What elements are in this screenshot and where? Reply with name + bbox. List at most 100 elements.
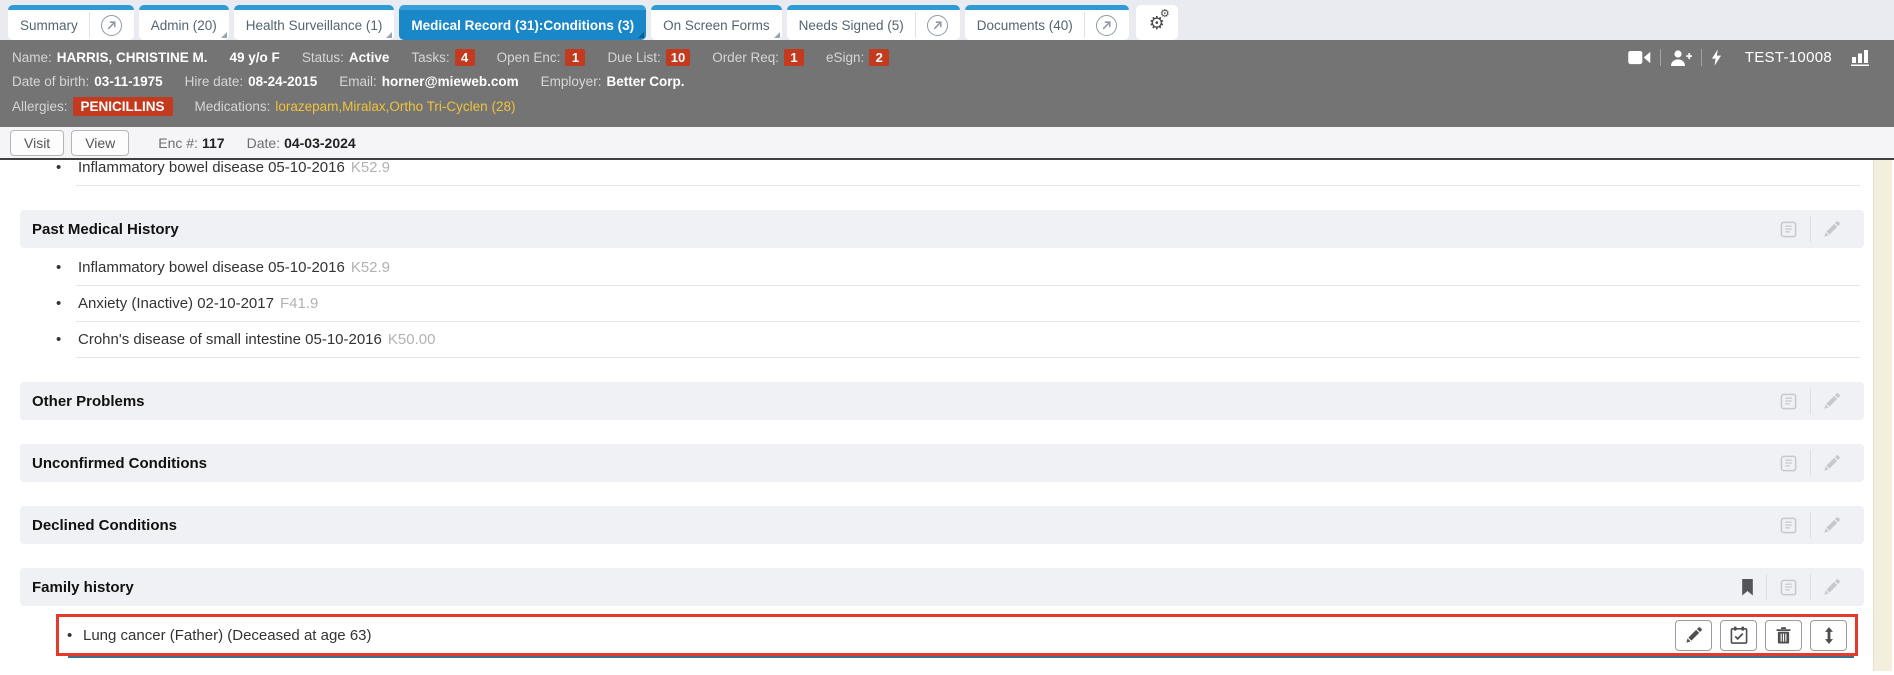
patient-header: Name: HARRIS, CHRISTINE M. 49 y/o F Stat…: [0, 40, 1894, 127]
notes-book-icon[interactable]: [1767, 221, 1810, 238]
notes-book-icon[interactable]: [1767, 393, 1810, 410]
patient-hire-date: 08-24-2015: [248, 74, 317, 89]
video-call-icon[interactable]: [1628, 50, 1651, 65]
edit-pencil-icon[interactable]: [1811, 455, 1852, 472]
bullet: •: [56, 331, 78, 348]
medication-link[interactable]: lorazepam: [275, 99, 342, 114]
chevron-corner-icon: [221, 32, 227, 38]
edit-pencil-icon[interactable]: [1811, 393, 1852, 410]
tasks-label: Tasks:: [411, 50, 449, 65]
order-req-count-badge[interactable]: 1: [784, 49, 804, 66]
reorder-arrows-button[interactable]: [1810, 620, 1847, 651]
condition-row[interactable]: • Inflammatory bowel disease 05-10-2016 …: [20, 250, 1864, 286]
patient-header-row-3: Allergies: PENICILLINS Medications: lora…: [0, 93, 1894, 120]
divider: [1701, 49, 1702, 66]
medication-link[interactable]: Ortho Tri-Cyclen (28): [389, 99, 515, 114]
section-title: Other Problems: [32, 393, 145, 410]
tab-summary[interactable]: Summary: [8, 5, 134, 40]
condition-code: K52.9: [351, 160, 390, 176]
edit-pencil-icon[interactable]: [1811, 517, 1852, 534]
divider: [1084, 12, 1085, 38]
edit-pencil-icon[interactable]: [1811, 579, 1852, 596]
system-id: TEST-10008: [1745, 49, 1832, 66]
notes-book-icon[interactable]: [1767, 517, 1810, 534]
patient-header-row-2: Date of birth: 03-11-1975 Hire date: 08-…: [0, 70, 1894, 93]
tab-medical-record-conditions[interactable]: Medical Record (31):Conditions (3): [399, 5, 646, 40]
chart-scroll-strip[interactable]: [1873, 160, 1892, 671]
order-req-label: Order Req:: [712, 50, 779, 65]
tab-admin[interactable]: Admin (20): [139, 5, 229, 40]
enc-date: 04-03-2024: [284, 135, 356, 151]
visit-button[interactable]: Visit: [10, 130, 64, 156]
add-person-icon[interactable]: [1670, 50, 1692, 66]
condition-code: K52.9: [351, 259, 390, 276]
popout-icon[interactable]: [101, 15, 122, 36]
condition-text: Anxiety (Inactive) 02-10-2017: [78, 295, 274, 312]
section-other-problems: Other Problems: [20, 382, 1864, 420]
name-label: Name:: [12, 50, 52, 65]
section-declined-conditions: Declined Conditions: [20, 506, 1864, 544]
view-button[interactable]: View: [71, 130, 129, 156]
calendar-check-button[interactable]: [1720, 620, 1757, 651]
delete-trash-button[interactable]: [1765, 620, 1802, 651]
allergy-badge[interactable]: PENICILLINS: [73, 97, 173, 116]
esign-count-badge[interactable]: 2: [869, 49, 889, 66]
section-past-medical-history: Past Medical History: [20, 210, 1864, 248]
chevron-corner-icon: [774, 32, 780, 38]
bullet: •: [67, 627, 83, 644]
open-enc-count-badge[interactable]: 1: [565, 49, 585, 66]
tab-label: Documents (40): [977, 18, 1073, 33]
hire-date-label: Hire date:: [185, 74, 244, 89]
family-history-text: Lung cancer (Father) (Deceased at age 63…: [83, 627, 372, 644]
bookmark-icon[interactable]: [1729, 579, 1766, 596]
condition-row[interactable]: • Crohn's disease of small intestine 05-…: [20, 322, 1864, 358]
row-divider-blue: [68, 656, 1854, 658]
flowsheet-chart-icon[interactable]: [1851, 49, 1871, 66]
lightning-icon[interactable]: [1711, 49, 1722, 66]
tab-label: Medical Record (31):Conditions (3): [411, 18, 634, 33]
patient-header-actions: TEST-10008: [1619, 45, 1880, 70]
row-divider: [76, 357, 1860, 358]
dob-label: Date of birth:: [12, 74, 89, 89]
section-title: Unconfirmed Conditions: [32, 455, 207, 472]
tab-health-surveillance[interactable]: Health Surveillance (1): [234, 5, 395, 40]
tab-label: Health Surveillance (1): [246, 18, 383, 33]
section-title: Family history: [32, 579, 134, 596]
due-list-count-badge[interactable]: 10: [666, 49, 690, 66]
row-divider: [76, 185, 1860, 186]
condition-text: Inflammatory bowel disease 05-10-2016: [78, 160, 345, 176]
enc-number-label: Enc #:: [158, 135, 198, 151]
row-actions: [1675, 620, 1847, 651]
patient-status: Active: [349, 50, 390, 65]
divider: [915, 12, 916, 38]
tab-documents[interactable]: Documents (40): [965, 5, 1129, 40]
bullet: •: [56, 295, 78, 312]
tab-on-screen-forms[interactable]: On Screen Forms: [651, 5, 782, 40]
patient-name: HARRIS, CHRISTINE M.: [57, 50, 208, 65]
condition-row[interactable]: • Anxiety (Inactive) 02-10-2017 F41.9: [20, 286, 1864, 322]
section-family-history: Family history: [20, 568, 1864, 606]
tasks-count-badge[interactable]: 4: [455, 49, 475, 66]
due-list-label: Due List:: [607, 50, 660, 65]
settings-button[interactable]: ⚙ ⚙: [1136, 5, 1178, 40]
family-history-row-highlighted[interactable]: • Lung cancer (Father) (Deceased at age …: [56, 614, 1858, 656]
section-title: Declined Conditions: [32, 517, 177, 534]
notes-book-icon[interactable]: [1767, 579, 1810, 596]
open-enc-label: Open Enc:: [497, 50, 561, 65]
edit-pencil-icon[interactable]: [1811, 221, 1852, 238]
encounter-toolbar: Visit View Enc #: 117 Date: 04-03-2024: [0, 127, 1894, 160]
enc-date-label: Date:: [247, 135, 280, 151]
past-medical-history-list: • Inflammatory bowel disease 05-10-2016 …: [20, 250, 1864, 358]
edit-button[interactable]: [1675, 620, 1712, 651]
popout-icon[interactable]: [1096, 15, 1117, 36]
section-unconfirmed-conditions: Unconfirmed Conditions: [20, 444, 1864, 482]
condition-code: K50.00: [388, 331, 436, 348]
tab-label: On Screen Forms: [663, 18, 770, 33]
chevron-corner-icon: [638, 32, 644, 38]
medication-link[interactable]: Miralax: [342, 99, 389, 114]
tab-needs-signed[interactable]: Needs Signed (5): [787, 5, 960, 40]
bullet: •: [56, 160, 78, 176]
condition-row-clipped[interactable]: • Inflammatory bowel disease 05-10-2016 …: [20, 160, 1864, 186]
popout-icon[interactable]: [927, 15, 948, 36]
notes-book-icon[interactable]: [1767, 455, 1810, 472]
